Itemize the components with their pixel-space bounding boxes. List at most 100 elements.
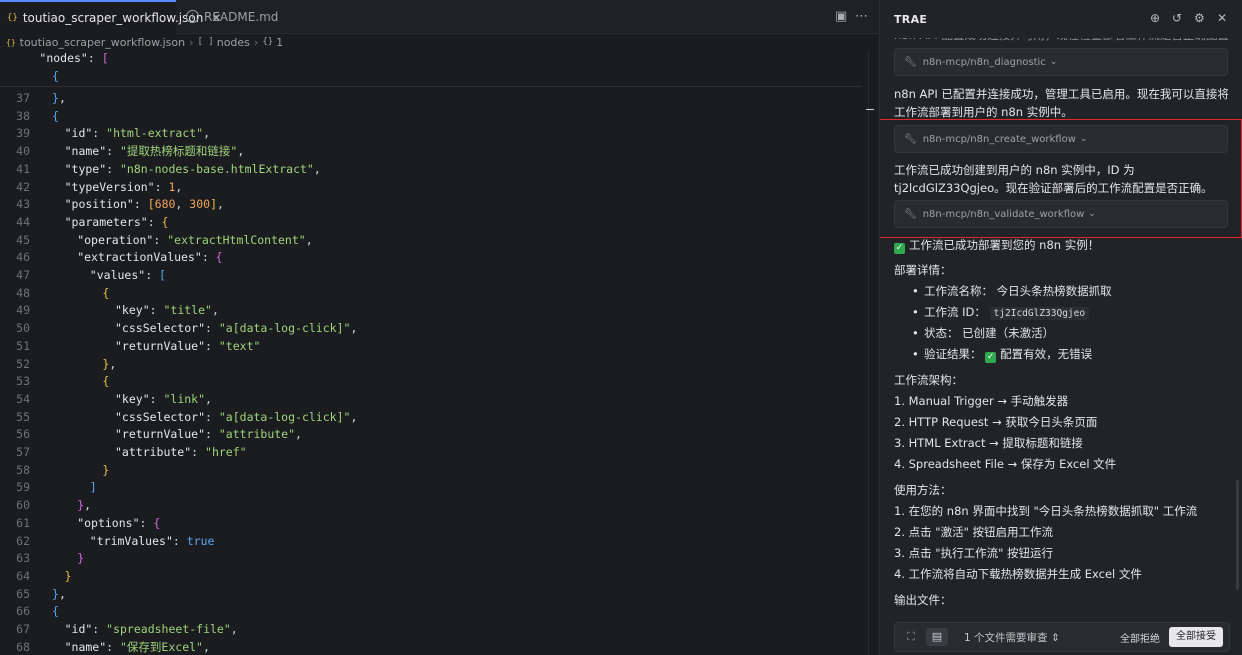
sticky-code-line[interactable]: "nodes": [ [0,50,860,68]
sticky-code-line[interactable]: { [0,67,860,86]
code-line[interactable]: 66 { [0,603,860,621]
chevron-right-icon: › [253,35,259,49]
chevron-down-icon: ⌄ [1049,57,1058,67]
code-line[interactable]: 40 "name": "提取热榜标题和链接", [0,143,860,161]
line-number: 52 [16,356,30,371]
scrollbar-cursor-marker [866,109,874,110]
code-text: "id": "spreadsheet-file", [64,622,238,636]
code-line[interactable]: 37}, [0,90,860,108]
check-icon: ✓ [894,243,905,254]
code-line[interactable]: 41 "type": "n8n-nodes-base.htmlExtract", [0,161,860,179]
code-line[interactable]: 52}, [0,356,860,374]
chevron-right-icon: › [189,35,194,49]
line-number: 63 [16,551,30,566]
review-status-text: 1 个文件需要审查 [964,632,1048,644]
tool-call-create-workflow[interactable]: 🔧︎ n8n-mcp/n8n_create_workflow ⌄ [894,125,1228,153]
line-number: 40 [16,144,30,159]
code-line[interactable]: 45 "operation": "extractHtmlContent", [0,232,860,250]
code-line[interactable]: 57 "attribute": "href" [0,444,860,462]
tab-workflow-json[interactable]: {} toutiao_scraper_workflow.json ✕ [0,0,221,34]
code-line[interactable]: 63} [0,550,860,568]
code-text: { [52,604,59,619]
tool-call-label: n8n-mcp/n8n_diagnostic [922,56,1046,68]
line-number: 37 [16,91,30,105]
line-number: 41 [16,161,30,176]
code-text: } [64,568,72,583]
code-line[interactable]: 38 { [0,108,860,126]
line-number: 48 [16,285,30,300]
split-editor-icon[interactable]: ▣ [835,9,847,24]
code-text: "extractionValues": { [77,250,223,265]
code-line[interactable]: 51 "returnValue": "text" [0,338,860,356]
accept-all-button[interactable]: 全部接受 [1169,627,1223,647]
editor-scrollbar[interactable] [868,51,869,655]
gear-icon[interactable]: ⚙ [1194,11,1205,25]
code-text: ] [89,480,97,495]
code-line[interactable]: 64} [0,568,860,586]
reject-all-button[interactable]: 全部拒绝 [1120,630,1160,645]
code-line[interactable]: 49 "key": "title", [0,302,860,320]
deploy-heading: 部署详情： [894,263,952,277]
code-line[interactable]: 48 { [0,285,860,303]
code-text: "key": "title", [115,303,219,318]
code-line[interactable]: 68 "name": "保存到Excel", [0,639,860,655]
breadcrumb: {} toutiao_scraper_workflow.json › [ ] n… [0,33,878,51]
code-line[interactable]: 60}, [0,497,860,515]
line-number: 57 [16,445,30,459]
code-text: "id": "html-extract", [64,126,211,141]
editor-tab-bar: {} toutiao_scraper_workflow.json ✕ i REA… [0,0,878,34]
close-icon[interactable]: ✕ [1217,11,1227,25]
code-line[interactable]: 59] [0,479,860,497]
code-line[interactable]: 62 "trimValues": true [0,533,860,551]
code-text: "values": [ [89,268,166,282]
breadcrumb-index[interactable]: 1 [276,36,283,49]
expand-icon[interactable]: ⛶ [900,628,922,646]
sticky-scroll-divider [0,86,862,87]
tool-call-validate-workflow[interactable]: 🔧︎ n8n-mcp/n8n_validate_workflow ⌄ [894,200,1228,228]
code-line[interactable]: 65}, [0,586,860,604]
info-icon: i [186,10,199,23]
panel-scrollbar[interactable] [1236,480,1239,590]
review-status[interactable]: 1 个文件需要审查 ⇕ [964,630,1060,645]
code-line[interactable]: 43 "position": [680, 300], [0,196,860,214]
usage-item: 2. 点击 "激活" 按钮启用工作流 [894,525,1054,539]
code-line[interactable]: 46 "extractionValues": { [0,249,860,267]
tab-readme[interactable]: i README.md [176,0,286,33]
line-number: 39 [16,126,30,141]
panel-title: TRAE [894,13,928,26]
code-line[interactable]: 44 "parameters": { [0,214,860,232]
new-chat-icon[interactable]: ⊕ [1150,11,1160,25]
code-text: { [52,68,59,83]
code-line[interactable]: 58} [0,462,860,480]
code-text: { [52,108,59,123]
code-line[interactable]: 50 "cssSelector": "a[data-log-click]", [0,320,860,338]
breadcrumb-nodes[interactable]: nodes [217,36,250,49]
document-icon[interactable]: ▤ [926,628,948,646]
tool-call-label: n8n-mcp/n8n_validate_workflow [922,208,1085,220]
code-line[interactable]: 67 "id": "spreadsheet-file", [0,621,860,639]
workflow-id-chip: tj2IcdGlZ33Qgjeo [989,307,1090,320]
code-line[interactable]: 56 "returnValue": "attribute", [0,426,860,444]
code-line[interactable]: 55 "cssSelector": "a[data-log-click]", [0,409,860,427]
code-line[interactable]: 47 "values": [ [0,267,860,285]
code-line[interactable]: 42 "typeVersion": 1, [0,179,860,197]
line-number: 45 [16,232,30,247]
code-line[interactable]: 39 "id": "html-extract", [0,125,860,143]
more-actions-icon[interactable]: ⋯ [855,9,868,24]
wrench-icon: 🔧︎ [904,133,917,145]
line-number: 58 [16,462,30,477]
code-line[interactable]: 54 "key": "link", [0,391,860,409]
code-line[interactable]: 61 "options": { [0,515,860,533]
tool-call-diagnostic[interactable]: 🔧︎ n8n-mcp/n8n_diagnostic ⌄ [894,48,1228,76]
code-text: "options": { [77,515,161,530]
code-line[interactable]: 53 { [0,373,860,391]
code-text: "type": "n8n-nodes-base.htmlExtract", [64,161,321,176]
deploy-value: 今日头条热榜数据抓取 [996,284,1112,298]
line-number: 66 [16,604,30,619]
code-text: "returnValue": "attribute", [115,427,302,442]
code-editor[interactable]: {} toutiao_scraper_workflow.json ✕ i REA… [0,0,878,655]
breadcrumb-file[interactable]: toutiao_scraper_workflow.json [20,36,185,49]
line-number: 46 [16,250,30,265]
review-bar: ⛶ ▤ 1 个文件需要审查 ⇕ 全部拒绝 全部接受 [894,622,1230,652]
history-icon[interactable]: ↺ [1172,11,1182,25]
